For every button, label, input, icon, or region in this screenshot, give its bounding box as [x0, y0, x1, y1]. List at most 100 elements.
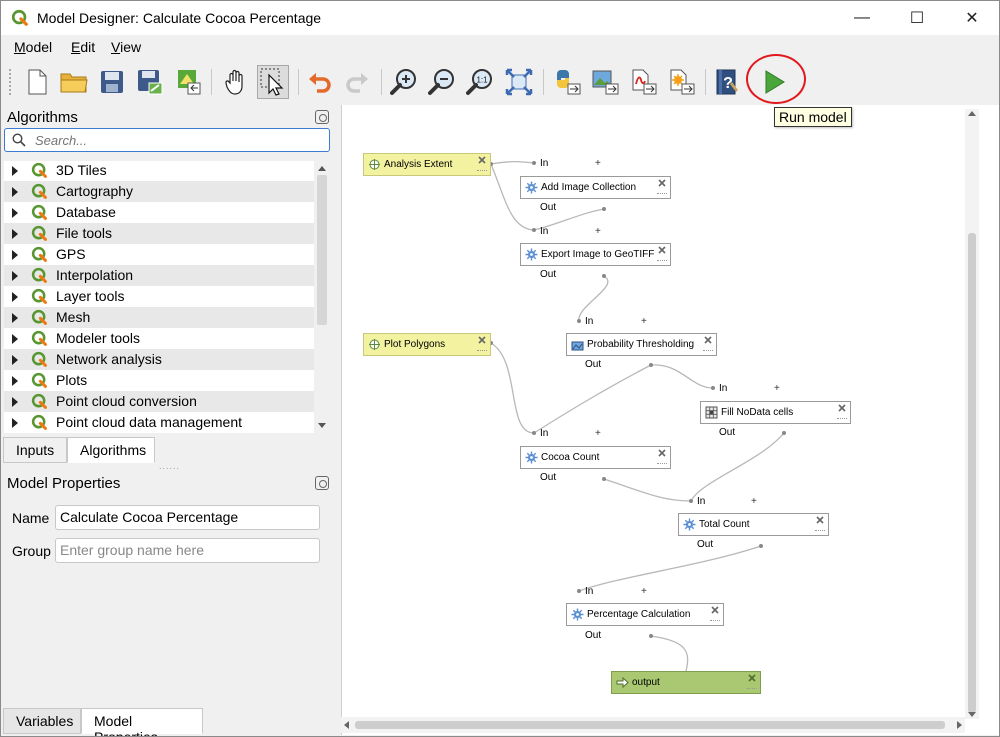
algorithm-group-item[interactable]: Mesh: [4, 307, 314, 328]
algorithm-group-item[interactable]: Point cloud conversion: [4, 391, 314, 412]
model-input-plot-polygons[interactable]: Plot Polygons: [363, 333, 491, 356]
save-model-button[interactable]: [96, 65, 128, 99]
algorithm-node-add-image-collection[interactable]: Add Image Collection: [520, 176, 671, 199]
remove-node-icon[interactable]: [815, 515, 825, 525]
open-model-button[interactable]: [58, 65, 90, 99]
expand-arrow-icon[interactable]: [12, 166, 18, 176]
menu-model[interactable]: Model: [14, 39, 52, 55]
zoom-full-button[interactable]: [503, 65, 535, 99]
expand-inputs-icon[interactable]: +: [751, 496, 757, 507]
scroll-up-icon[interactable]: [968, 111, 976, 116]
expand-inputs-icon[interactable]: +: [641, 316, 647, 327]
scroll-down-icon[interactable]: [968, 712, 976, 717]
remove-node-icon[interactable]: [703, 335, 713, 345]
remove-node-icon[interactable]: [657, 448, 667, 458]
tab-algorithms[interactable]: Algorithms: [67, 437, 155, 463]
expand-inputs-icon[interactable]: +: [595, 226, 601, 237]
algorithm-node-export-image[interactable]: Export Image to GeoTIFF: [520, 243, 671, 266]
model-group-input[interactable]: Enter group name here: [55, 538, 320, 563]
export-image-button[interactable]: [589, 65, 621, 99]
menu-edit[interactable]: Edit: [71, 39, 95, 55]
edit-node-icon[interactable]: [815, 530, 825, 533]
scroll-left-icon[interactable]: [344, 721, 349, 729]
canvas-hscroll-thumb[interactable]: [355, 721, 945, 729]
algorithm-node-total-count[interactable]: Total Count: [678, 513, 829, 536]
edit-node-icon[interactable]: [657, 260, 667, 263]
expand-arrow-icon[interactable]: [12, 355, 18, 365]
expand-arrow-icon[interactable]: [12, 397, 18, 407]
canvas-vscroll-thumb[interactable]: [968, 233, 976, 713]
algorithm-group-item[interactable]: Cartography: [4, 181, 314, 202]
expand-arrow-icon[interactable]: [12, 229, 18, 239]
expand-inputs-icon[interactable]: +: [595, 158, 601, 169]
zoom-out-button[interactable]: [426, 65, 458, 99]
algorithm-group-item[interactable]: 3D Tiles: [4, 161, 314, 181]
maximize-button[interactable]: ☐: [894, 1, 940, 35]
algorithm-group-item[interactable]: Database: [4, 202, 314, 223]
edit-node-icon[interactable]: [703, 350, 713, 353]
expand-inputs-icon[interactable]: +: [774, 383, 780, 394]
algorithm-group-item[interactable]: Modeler tools: [4, 328, 314, 349]
edit-node-icon[interactable]: [837, 418, 847, 421]
remove-node-icon[interactable]: [657, 245, 667, 255]
remove-node-icon[interactable]: [657, 178, 667, 188]
algorithms-panel-float-icon[interactable]: [315, 110, 329, 124]
edit-node-icon[interactable]: [657, 193, 667, 196]
remove-node-icon[interactable]: [477, 335, 487, 345]
export-python-button[interactable]: [551, 65, 583, 99]
algorithm-group-item[interactable]: Interpolation: [4, 265, 314, 286]
canvas-horizontal-scrollbar[interactable]: [341, 717, 965, 733]
tab-variables[interactable]: Variables: [3, 708, 81, 734]
algorithm-group-item[interactable]: GPS: [4, 244, 314, 265]
algorithm-search-box[interactable]: [4, 128, 330, 152]
algorithm-group-item[interactable]: Plots: [4, 370, 314, 391]
splitter-handle[interactable]: ......: [159, 461, 180, 471]
scroll-down-icon[interactable]: [318, 423, 326, 428]
new-model-button[interactable]: [21, 65, 53, 99]
save-as-button[interactable]: [134, 65, 166, 99]
scroll-right-icon[interactable]: [957, 721, 962, 729]
toolbar-grip[interactable]: [9, 69, 13, 95]
canvas-vertical-scrollbar[interactable]: [965, 109, 979, 719]
remove-node-icon[interactable]: [477, 155, 487, 165]
scroll-thumb[interactable]: [317, 175, 327, 325]
menu-view[interactable]: View: [111, 39, 141, 55]
algorithm-group-item[interactable]: Layer tools: [4, 286, 314, 307]
pan-tool-button[interactable]: [220, 65, 252, 99]
remove-node-icon[interactable]: [710, 605, 720, 615]
expand-arrow-icon[interactable]: [12, 250, 18, 260]
algorithm-node-cocoa-count[interactable]: Cocoa Count: [520, 446, 671, 469]
tab-inputs[interactable]: Inputs: [3, 437, 67, 463]
model-canvas[interactable]: [341, 105, 999, 735]
expand-arrow-icon[interactable]: [12, 271, 18, 281]
undo-button[interactable]: [304, 65, 336, 99]
algorithm-group-item[interactable]: Point cloud data management: [4, 412, 314, 433]
edit-node-icon[interactable]: [747, 688, 757, 691]
expand-inputs-icon[interactable]: +: [641, 586, 647, 597]
algorithm-group-item[interactable]: Network analysis: [4, 349, 314, 370]
expand-inputs-icon[interactable]: +: [595, 428, 601, 439]
algorithm-node-fill-nodata[interactable]: Fill NoData cells: [700, 401, 851, 424]
export-pdf-button[interactable]: [627, 65, 659, 99]
expand-arrow-icon[interactable]: [12, 292, 18, 302]
model-name-input[interactable]: Calculate Cocoa Percentage: [55, 505, 320, 530]
edit-node-icon[interactable]: [657, 463, 667, 466]
expand-arrow-icon[interactable]: [12, 418, 18, 428]
expand-arrow-icon[interactable]: [12, 313, 18, 323]
search-input[interactable]: [33, 131, 323, 149]
zoom-actual-button[interactable]: 1:1: [464, 65, 496, 99]
export-svg-button[interactable]: [665, 65, 697, 99]
model-input-analysis-extent[interactable]: Analysis Extent: [363, 153, 491, 176]
algorithm-group-item[interactable]: File tools: [4, 223, 314, 244]
expand-arrow-icon[interactable]: [12, 334, 18, 344]
save-to-project-button[interactable]: [172, 65, 204, 99]
zoom-in-button[interactable]: [388, 65, 420, 99]
model-output-node[interactable]: output: [611, 671, 761, 694]
expand-arrow-icon[interactable]: [12, 208, 18, 218]
expand-arrow-icon[interactable]: [12, 376, 18, 386]
tab-model-properties[interactable]: Model Properties: [81, 708, 203, 736]
edit-node-icon[interactable]: [710, 620, 720, 623]
model-properties-float-icon[interactable]: [315, 476, 329, 490]
expand-arrow-icon[interactable]: [12, 187, 18, 197]
algorithm-tree-scrollbar[interactable]: [314, 161, 330, 433]
